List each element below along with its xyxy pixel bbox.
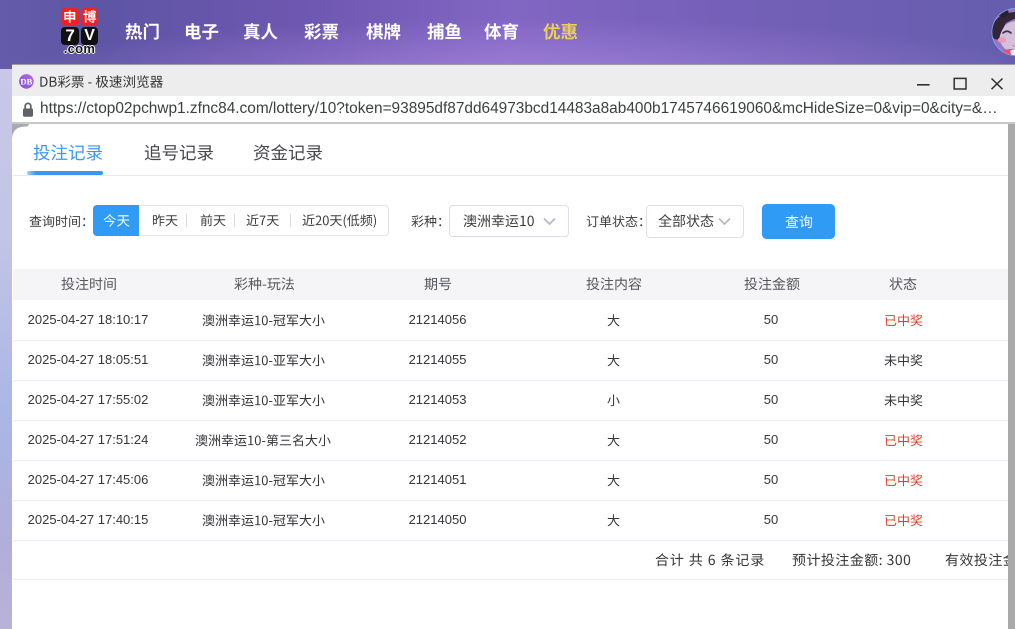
- svg-text:DB: DB: [20, 76, 32, 86]
